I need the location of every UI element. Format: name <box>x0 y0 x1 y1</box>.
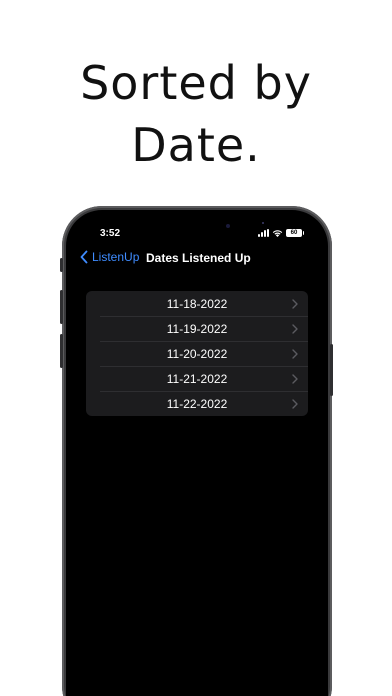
battery-icon: 60 <box>286 229 304 237</box>
cellular-signal-icon <box>258 229 269 237</box>
phone-screen: 3:52 60 ListenUp Dates Listened Up 11-18… <box>66 210 328 696</box>
date-label: 11-18-2022 <box>166 296 228 311</box>
back-button-label: ListenUp <box>92 250 140 264</box>
front-camera <box>226 224 230 228</box>
list-item[interactable]: 11-18-2022 <box>86 291 308 316</box>
date-label: 11-20-2022 <box>166 346 228 361</box>
phone-volume-down-button <box>60 334 63 368</box>
phone-power-button <box>330 344 333 396</box>
chevron-right-icon <box>292 299 298 309</box>
list-item[interactable]: 11-19-2022 <box>86 316 308 341</box>
dynamic-island <box>161 220 233 244</box>
chevron-right-icon <box>292 374 298 384</box>
list-item[interactable]: 11-21-2022 <box>86 366 308 391</box>
front-sensor <box>262 222 264 224</box>
phone-silent-switch <box>60 258 63 272</box>
list-item[interactable]: 11-22-2022 <box>86 391 308 416</box>
list-item[interactable]: 11-20-2022 <box>86 341 308 366</box>
dates-list: 11-18-2022 11-19-2022 11-20-2022 11-21-2… <box>86 291 308 416</box>
chevron-right-icon <box>292 324 298 334</box>
status-indicators: 60 <box>258 228 304 238</box>
date-label: 11-22-2022 <box>166 396 228 411</box>
chevron-right-icon <box>292 399 298 409</box>
chevron-right-icon <box>292 349 298 359</box>
date-label: 11-19-2022 <box>166 321 228 336</box>
status-time: 3:52 <box>100 228 121 239</box>
phone-volume-up-button <box>60 290 63 324</box>
headline-line-1: Sorted by <box>80 56 312 110</box>
navigation-bar: ListenUp Dates Listened Up <box>66 248 328 270</box>
headline-line-2: Date. <box>131 118 261 172</box>
wifi-icon <box>272 229 283 237</box>
marketing-headline: Sorted by Date. <box>0 52 392 176</box>
chevron-left-icon <box>80 250 88 264</box>
page-title: Dates Listened Up <box>146 251 251 265</box>
date-label: 11-21-2022 <box>166 371 228 386</box>
back-button[interactable]: ListenUp <box>80 250 139 264</box>
